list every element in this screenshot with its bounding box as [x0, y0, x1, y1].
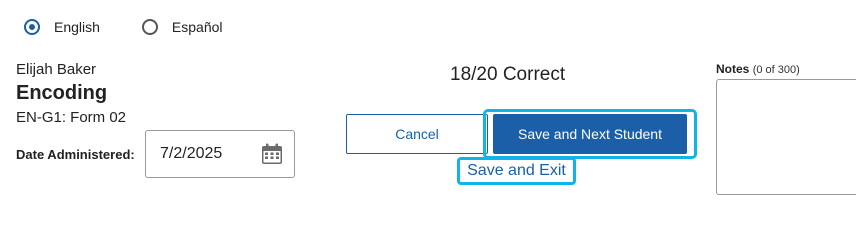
- save-and-next-student-button[interactable]: Save and Next Student: [493, 114, 687, 154]
- form-name: EN-G1: Form 02: [16, 109, 127, 126]
- language-selector: English Español: [24, 19, 265, 35]
- notes-title: Notes: [716, 62, 750, 76]
- date-administered-input[interactable]: 7/2/2025: [145, 130, 295, 178]
- notes-char-count: (0 of 300): [752, 64, 800, 76]
- date-value: 7/2/2025: [160, 145, 223, 162]
- save-and-exit-focus: Save and Exit: [457, 157, 576, 185]
- radio-checked-icon: [24, 19, 40, 35]
- date-administered-label: Date Administered:: [16, 147, 135, 162]
- notes-label: Notes (0 of 300): [716, 62, 800, 76]
- radio-espanol-label: Español: [171, 19, 223, 35]
- student-name: Elijah Baker: [16, 61, 97, 78]
- assessment-title: Encoding: [16, 82, 108, 104]
- score-display: 18/20 Correct: [450, 64, 566, 85]
- radio-english-label: English: [54, 19, 100, 35]
- radio-english[interactable]: English: [24, 19, 100, 35]
- notes-textarea[interactable]: [716, 79, 856, 195]
- calendar-icon[interactable]: [260, 142, 284, 166]
- cancel-button[interactable]: Cancel: [346, 114, 488, 154]
- radio-espanol[interactable]: Español: [141, 19, 223, 35]
- radio-unchecked-icon: [141, 19, 158, 35]
- save-and-exit-link[interactable]: Save and Exit: [467, 162, 566, 180]
